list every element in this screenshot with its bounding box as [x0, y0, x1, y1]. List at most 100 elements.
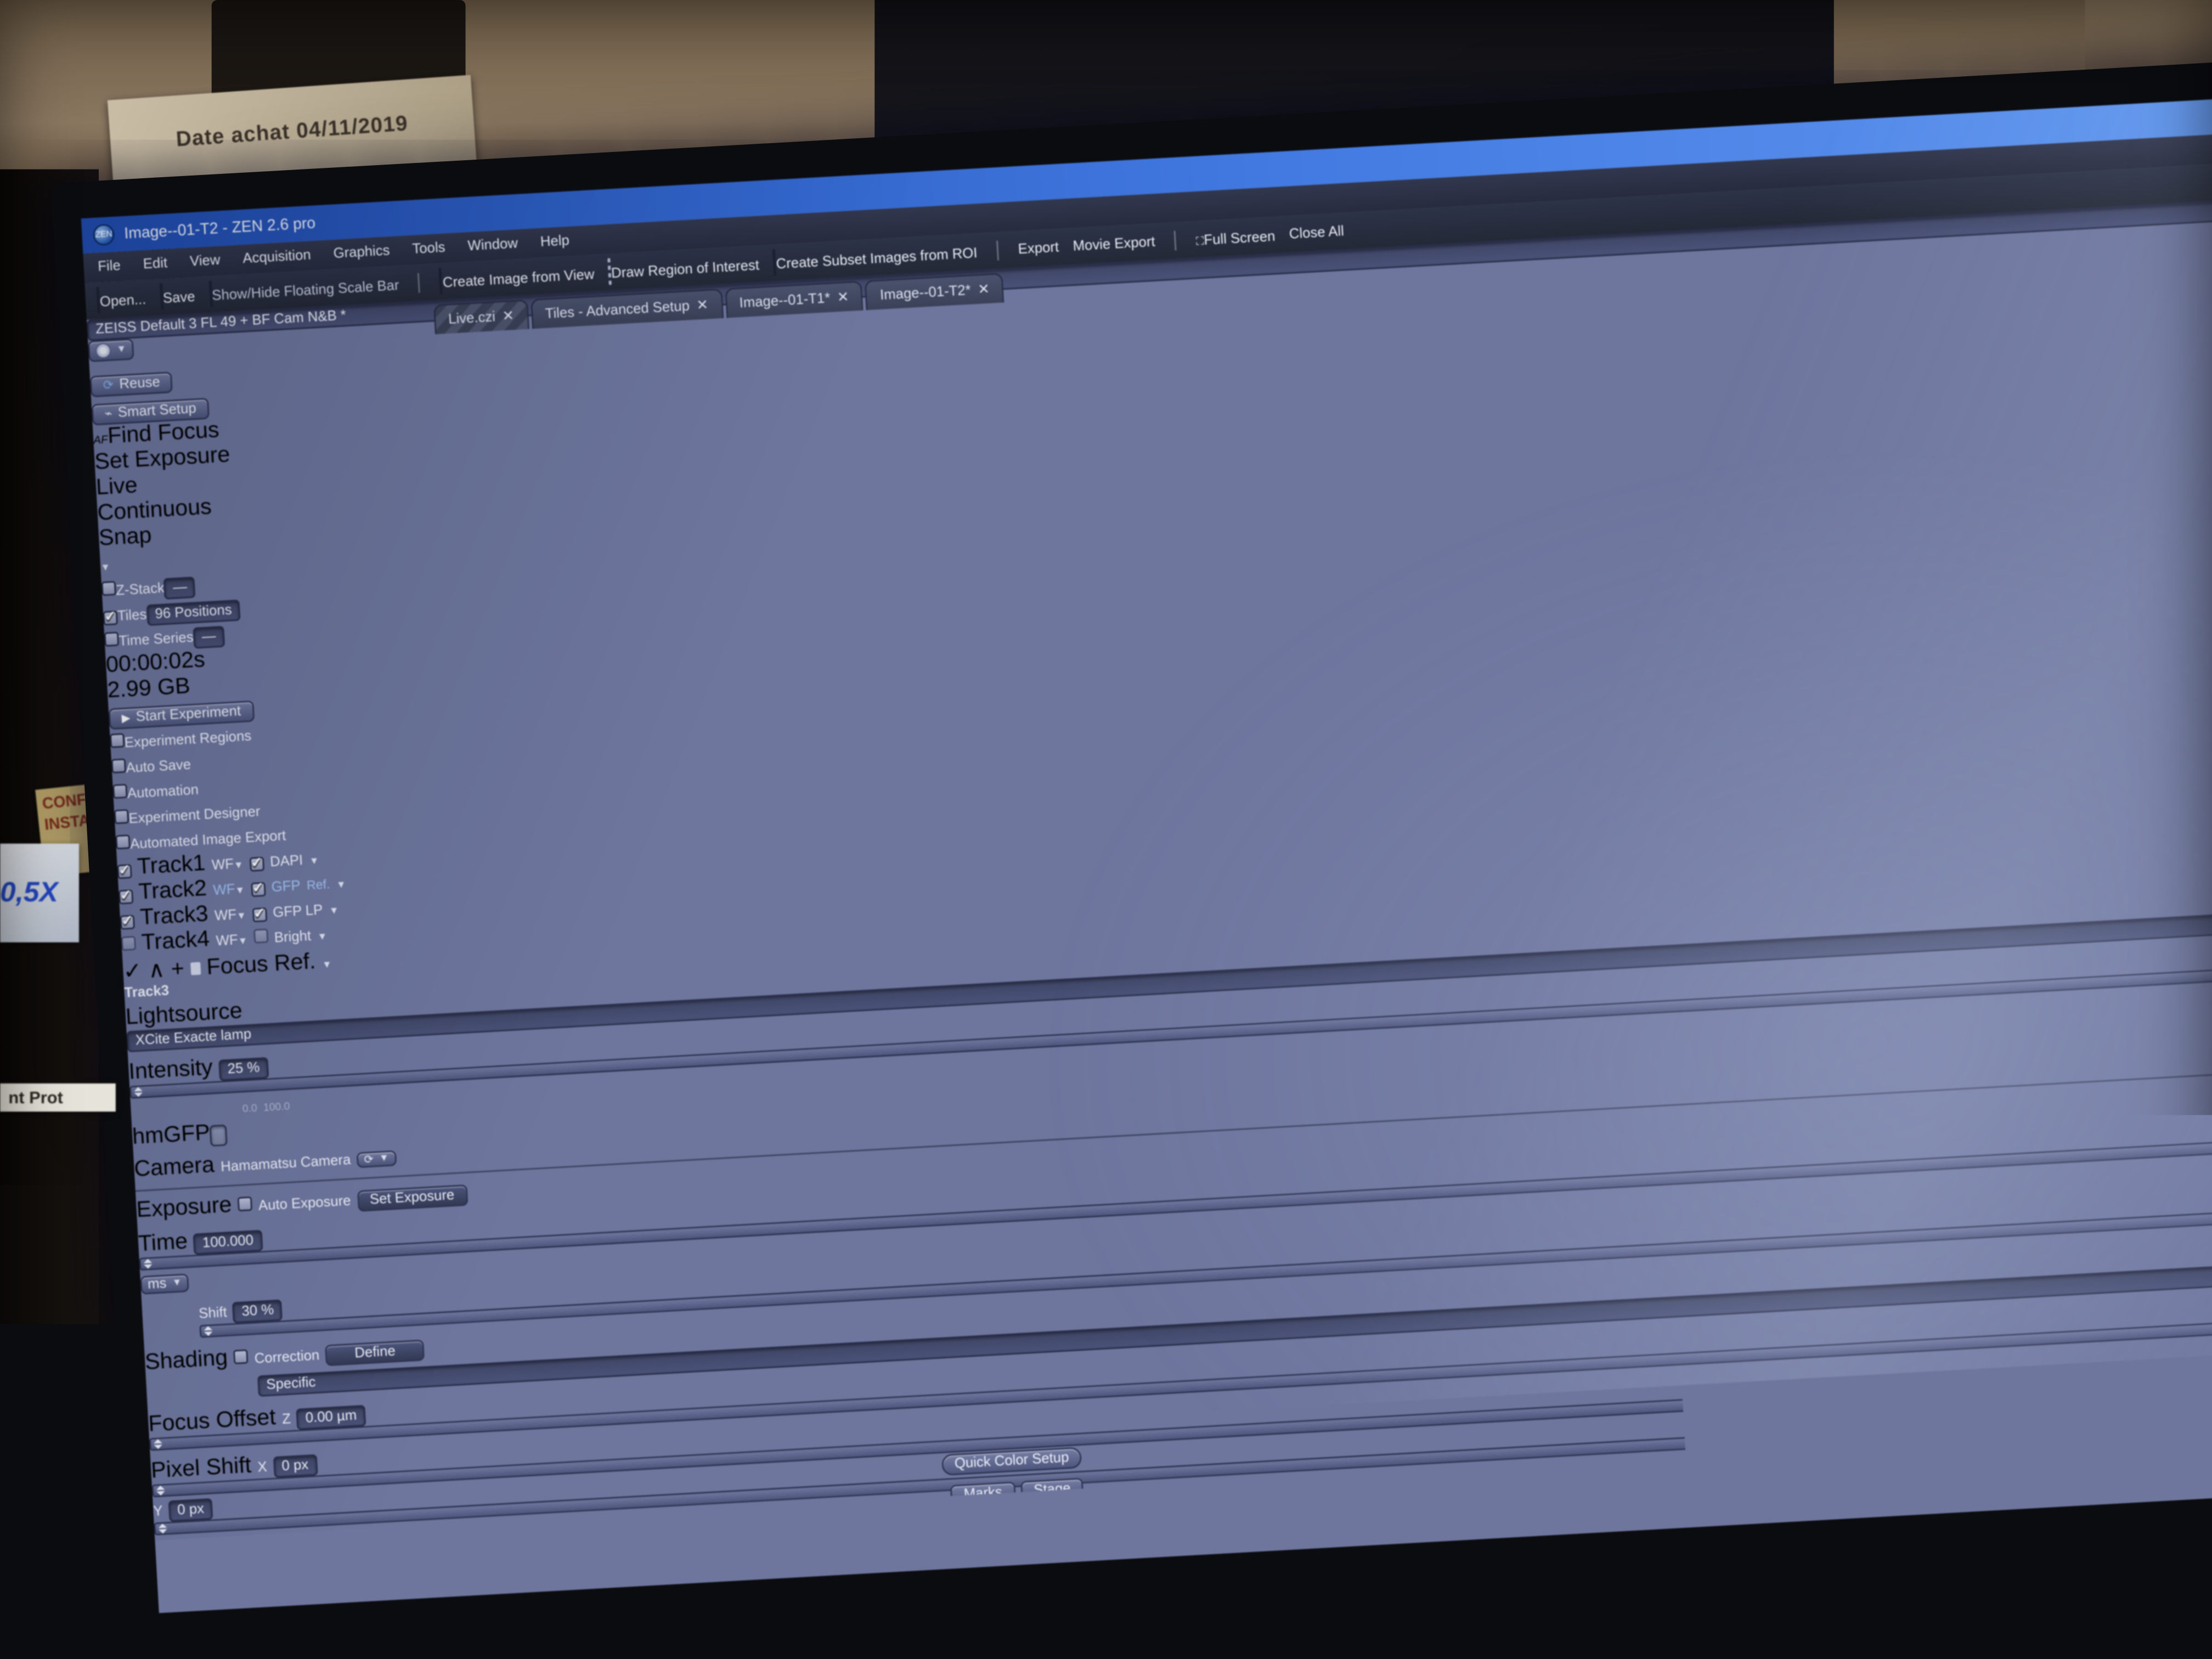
full-screen-icon: ⛶	[1196, 235, 1205, 248]
open-button[interactable]: Open...	[96, 285, 146, 313]
gfp-checkbox[interactable]	[251, 882, 266, 897]
automation-checkbox[interactable]	[112, 784, 127, 799]
pixel-shift-x[interactable]: 0 px	[273, 1454, 318, 1478]
toolbar-separator	[996, 241, 999, 261]
menu-view[interactable]: View	[189, 253, 221, 270]
intensity-slider-knob[interactable]	[218, 1048, 229, 1066]
focus-strategy-show-all[interactable]: ✓Show All	[320, 1578, 427, 1608]
chevron-down-icon[interactable]: ▼	[309, 856, 319, 867]
track4-checkbox[interactable]	[121, 936, 136, 951]
note-text: CONF	[42, 792, 87, 813]
reuse-button[interactable]: ⟳Reuse	[90, 371, 173, 397]
export-button[interactable]: Export	[1018, 239, 1059, 257]
stage-button[interactable]: Stage	[1020, 1478, 1084, 1503]
chevron-down-icon[interactable]: ▼	[322, 960, 332, 970]
chevron-down-icon[interactable]: ▼	[317, 932, 328, 943]
auto-save-checkbox[interactable]	[111, 759, 126, 774]
gear-icon	[95, 342, 111, 359]
toolbar-separator	[1174, 231, 1177, 251]
af-icon: AF	[93, 433, 109, 447]
timeseries-checkbox[interactable]	[104, 632, 119, 647]
track3-checkbox[interactable]	[120, 915, 135, 930]
focus-offset-value[interactable]: 0.00 µm	[296, 1405, 365, 1430]
define-button[interactable]: Define	[325, 1340, 425, 1367]
close-all-button[interactable]: Close All	[1289, 223, 1344, 242]
timeseries-value[interactable]: —	[193, 626, 225, 649]
close-icon[interactable]: ✕	[978, 281, 990, 297]
save-button[interactable]: Save	[159, 283, 195, 310]
tiles-checkbox[interactable]	[103, 611, 118, 625]
experiment-designer-checkbox[interactable]	[114, 809, 129, 824]
menu-edit[interactable]: Edit	[143, 256, 168, 273]
menu-tools[interactable]: Tools	[412, 240, 446, 258]
window-title: Image--01-T2 - ZEN 2.6 pro	[124, 215, 316, 242]
close-icon[interactable]: ✕	[696, 297, 709, 313]
chevron-down-icon: ▼	[116, 345, 127, 355]
chevron-down-icon: ▼	[379, 1154, 390, 1164]
channel-name-label: hmGFP	[132, 1121, 211, 1150]
experiment-duration: 00:00:02s	[105, 648, 206, 678]
chevron-down-icon[interactable]: ▼	[236, 911, 247, 922]
full-screen-button[interactable]: ⛶Full Screen	[1195, 222, 1276, 252]
set-exposure-button2[interactable]: Set Exposure	[357, 1184, 468, 1212]
draw-roi-button[interactable]: Draw Region of Interest	[608, 251, 760, 285]
marks-button[interactable]: Marks	[951, 1482, 1015, 1506]
exposure-time-value[interactable]: 100.000	[194, 1230, 263, 1255]
close-icon[interactable]: ✕	[502, 308, 515, 324]
check-tool-icon[interactable]: ✓	[122, 960, 143, 985]
zen-app-icon: ZEN	[93, 224, 115, 246]
zstack-checkbox[interactable]	[101, 581, 116, 596]
shift-value[interactable]: 30 %	[233, 1300, 283, 1324]
toolbar-separator	[418, 273, 421, 293]
check-icon: ✓	[365, 1609, 385, 1612]
label-strip: nt Prot	[0, 1084, 116, 1111]
chevron-down-icon[interactable]: ▼	[329, 906, 339, 917]
menu-window[interactable]: Window	[467, 236, 518, 255]
play-icon: ▶	[121, 712, 131, 725]
track1-checkbox[interactable]	[117, 864, 132, 879]
acquisition-panel: Locate Acquisition Processing Analysis Z…	[81, 98, 2212, 1613]
chevron-down-icon[interactable]: ▼	[234, 861, 244, 871]
zstack-value[interactable]: —	[164, 577, 196, 600]
gfplp-checkbox[interactable]	[252, 907, 267, 922]
track2-checkbox[interactable]	[119, 889, 133, 904]
close-icon[interactable]: ✕	[837, 289, 849, 305]
menu-help[interactable]: Help	[540, 234, 569, 251]
zen-application-window: ZEN Image--01-T2 - ZEN 2.6 pro File Edit…	[81, 98, 2212, 1613]
chevron-down-icon[interactable]: ▼	[235, 886, 245, 896]
menu-file[interactable]: File	[98, 258, 121, 275]
focus-ref-label[interactable]: Focus Ref.	[206, 950, 316, 980]
experiment-regions-checkbox[interactable]	[110, 733, 125, 748]
photo-of-monitor: Date achat 04/11/2019 CONF INSTAL. ZEN I…	[0, 0, 2212, 1659]
camera-options-button[interactable]: ⟳▼	[357, 1150, 397, 1168]
time-unit-dropdown[interactable]: ms▼	[140, 1273, 189, 1294]
auto-exposure-checkbox[interactable]	[238, 1197, 252, 1211]
menu-acquisition[interactable]: Acquisition	[242, 248, 312, 267]
time-slider-knob[interactable]	[193, 1222, 204, 1240]
create-subset-button[interactable]: Create Subset Images from ROI	[772, 239, 978, 276]
monitor: ZEN Image--01-T2 - ZEN 2.6 pro File Edit…	[51, 59, 2212, 1658]
check-icon: ✓	[320, 1583, 341, 1608]
add-track-icon[interactable]: +	[171, 957, 185, 982]
tab-live[interactable]: Live.czi✕	[433, 300, 529, 334]
automated-image-export-checkbox[interactable]	[116, 834, 131, 849]
shading-correction-checkbox[interactable]	[234, 1350, 249, 1364]
dapi-checkbox[interactable]	[250, 857, 264, 872]
software-autofocus-show-all[interactable]: ✓Show All	[365, 1604, 471, 1613]
create-image-from-view-button[interactable]: Create Image from View	[439, 261, 595, 295]
movie-export-button[interactable]: Movie Export	[1073, 234, 1155, 255]
chevron-down-icon[interactable]: ▼	[336, 881, 347, 891]
delete-track-icon[interactable]	[190, 962, 201, 975]
collapse-icon[interactable]: ∧	[148, 958, 166, 983]
chevron-down-icon[interactable]: ▼	[238, 937, 248, 947]
chevron-down-icon[interactable]: ▼	[100, 563, 111, 573]
camera-name: Hamamatsu Camera	[221, 1153, 351, 1175]
config-options-button[interactable]: ▼	[88, 338, 134, 362]
menu-graphics[interactable]: Graphics	[333, 244, 390, 262]
bright-checkbox[interactable]	[253, 929, 268, 944]
paper-bottom-left	[0, 1390, 212, 1659]
channel-name-input[interactable]	[210, 1125, 228, 1147]
scalebar-toggle[interactable]: Show/Hide Floating Scale Bar	[208, 272, 400, 308]
refresh-icon: ⟳	[364, 1153, 374, 1166]
wand-icon: ⌁	[104, 406, 112, 422]
